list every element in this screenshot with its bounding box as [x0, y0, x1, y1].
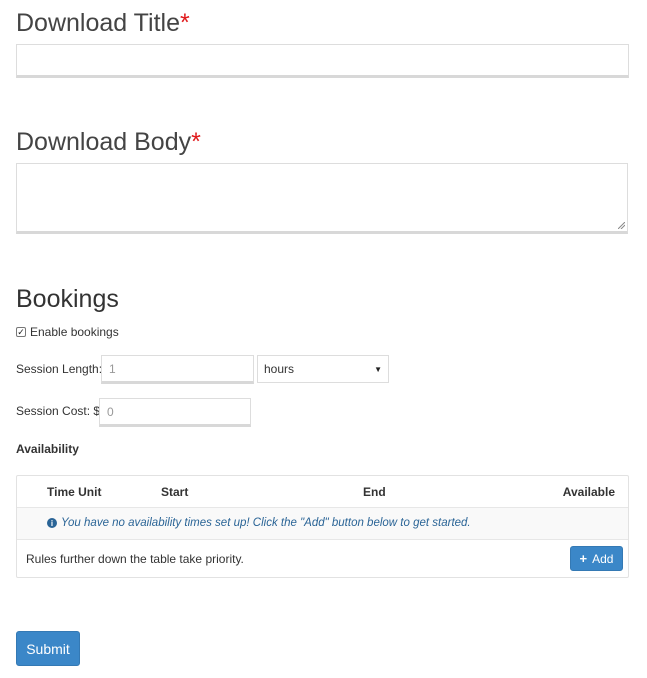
add-availability-button[interactable]: + Add — [570, 546, 623, 571]
empty-state-message: i You have no availability times set up!… — [47, 517, 471, 529]
column-header-end: End — [363, 485, 386, 499]
table-header-row: Time Unit Start End Available — [17, 476, 628, 508]
download-body-label: Download Body — [16, 128, 192, 156]
empty-state-row: i You have no availability times set up!… — [17, 508, 628, 540]
session-length-unit-value: hours — [264, 362, 295, 376]
column-header-available: Available — [562, 485, 615, 499]
info-icon: i — [47, 518, 57, 528]
priority-note: Rules further down the table take priori… — [26, 552, 244, 566]
table-footer-row: Rules further down the table take priori… — [17, 540, 628, 577]
submit-button[interactable]: Submit — [16, 631, 80, 666]
checkmark-icon: ✓ — [17, 326, 25, 337]
session-cost-input[interactable] — [99, 398, 251, 427]
session-length-unit-select[interactable]: hours ▼ — [257, 355, 389, 383]
availability-heading: Availability — [16, 442, 79, 456]
required-marker: * — [191, 128, 201, 156]
empty-state-text: You have no availability times set up! C… — [61, 517, 471, 529]
download-title-input[interactable] — [16, 44, 629, 78]
enable-bookings-checkbox[interactable]: ✓ — [16, 327, 26, 337]
caret-down-icon: ▼ — [374, 364, 382, 374]
session-length-label: Session Length: — [16, 362, 103, 376]
add-button-label: Add — [592, 551, 614, 566]
download-title-label: Download Title — [16, 9, 180, 37]
plus-icon: + — [579, 551, 588, 566]
resize-handle-icon[interactable] — [618, 222, 625, 229]
enable-bookings-label: Enable bookings — [30, 325, 119, 339]
download-title-heading: Download Title* — [16, 11, 190, 36]
download-body-textarea[interactable] — [16, 163, 628, 234]
session-length-input[interactable] — [101, 355, 254, 384]
column-header-time-unit: Time Unit — [47, 485, 102, 499]
download-body-heading: Download Body* — [16, 130, 201, 155]
column-header-start: Start — [161, 485, 189, 499]
enable-bookings-row[interactable]: ✓ Enable bookings — [16, 325, 119, 339]
bookings-heading: Bookings — [16, 285, 119, 313]
required-marker: * — [179, 9, 190, 37]
availability-table: Time Unit Start End Available i You have… — [16, 475, 629, 578]
session-cost-label: Session Cost: $ — [16, 404, 101, 418]
